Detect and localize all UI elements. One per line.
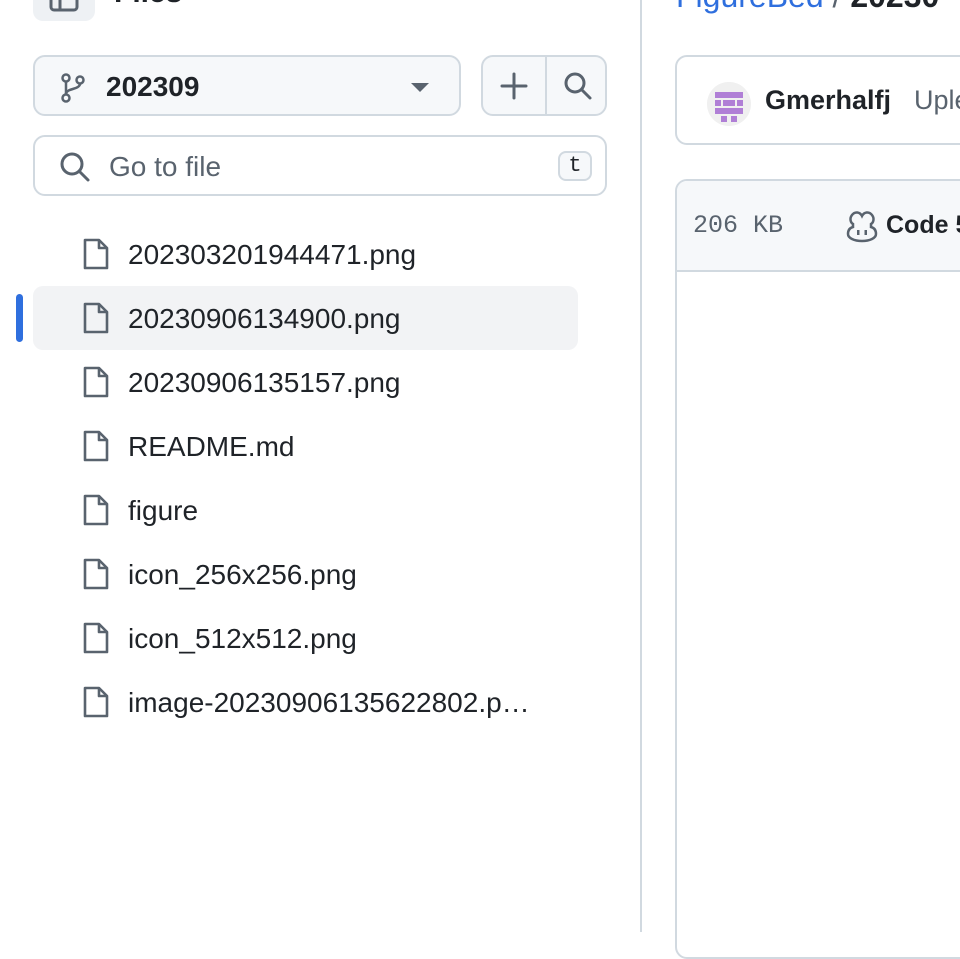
go-to-file-field[interactable]: t: [33, 135, 607, 196]
file-icon: [83, 686, 109, 718]
file-list: 202303201944471.png 20230906134900.png 202…: [0, 222, 640, 734]
file-size: 206 KB: [693, 211, 784, 240]
chevron-down-icon: [411, 83, 429, 92]
commit-message[interactable]: Uple: [914, 85, 960, 116]
file-name: icon_256x256.png: [128, 559, 357, 590]
search-icon: [564, 72, 592, 100]
sidebar-title: Files: [114, 0, 182, 10]
file-viewer: 206 KB Code 5: [675, 179, 960, 959]
breadcrumb-separator: /: [833, 0, 842, 14]
file-tree-item[interactable]: 20230906134900.png: [0, 286, 640, 350]
keyboard-shortcut-hint: t: [558, 151, 592, 181]
copilot-icon: [846, 211, 878, 243]
branch-name: 202309: [106, 71, 200, 102]
file-name: 20230906134900.png: [128, 303, 401, 334]
latest-commit-box: Gmerhalfj Uple: [675, 55, 960, 145]
search-code-button[interactable]: [547, 57, 605, 114]
add-file-button[interactable]: [483, 57, 547, 114]
search-icon: [60, 152, 90, 182]
file-name: image-20230906135622802.p…: [128, 687, 530, 718]
go-to-file-input[interactable]: [107, 149, 511, 185]
file-tree-item[interactable]: icon_256x256.png: [0, 542, 640, 606]
file-name: 20230906135157.png: [128, 367, 401, 398]
file-tree-item[interactable]: README.md: [0, 414, 640, 478]
file-icon: [83, 238, 109, 270]
breadcrumb: FigureBed / 20230: [676, 0, 939, 15]
file-tree-item[interactable]: 20230906135157.png: [0, 350, 640, 414]
file-name: figure: [128, 495, 199, 526]
file-name: 202303201944471.png: [128, 239, 417, 270]
file-icon: [83, 430, 109, 462]
selected-item-indicator: [16, 294, 23, 342]
file-header: 206 KB Code 5: [677, 181, 960, 272]
file-icon: [83, 494, 109, 526]
commit-author[interactable]: Gmerhalfj: [765, 85, 891, 116]
file-icon: [83, 366, 109, 398]
file-name: icon_512x512.png: [128, 623, 357, 654]
sidebar-collapse-button[interactable]: [33, 0, 95, 21]
identicon-icon: [707, 82, 751, 126]
avatar[interactable]: [707, 82, 751, 126]
code-stats-label[interactable]: Code 5: [886, 211, 960, 240]
file-actions-group: [481, 55, 607, 116]
file-tree-item[interactable]: 202303201944471.png: [0, 222, 640, 286]
file-tree-sidebar: Files 202309: [0, 0, 640, 932]
breadcrumb-current-file: 20230: [850, 0, 939, 14]
file-name: README.md: [128, 431, 295, 462]
git-branch-icon: [61, 73, 85, 103]
file-tree-item[interactable]: icon_512x512.png: [0, 606, 640, 670]
file-icon: [83, 302, 109, 334]
file-icon: [83, 558, 109, 590]
breadcrumb-repo-link[interactable]: FigureBed: [676, 0, 824, 14]
file-icon: [83, 622, 109, 654]
sidebar-resize-handle[interactable]: [640, 0, 642, 932]
branch-selector[interactable]: 202309: [33, 55, 461, 116]
plus-icon: [500, 72, 528, 100]
sidebar-collapse-icon: [49, 0, 79, 12]
file-tree-item[interactable]: image-20230906135622802.p…: [0, 670, 640, 734]
file-tree-item[interactable]: figure: [0, 478, 640, 542]
